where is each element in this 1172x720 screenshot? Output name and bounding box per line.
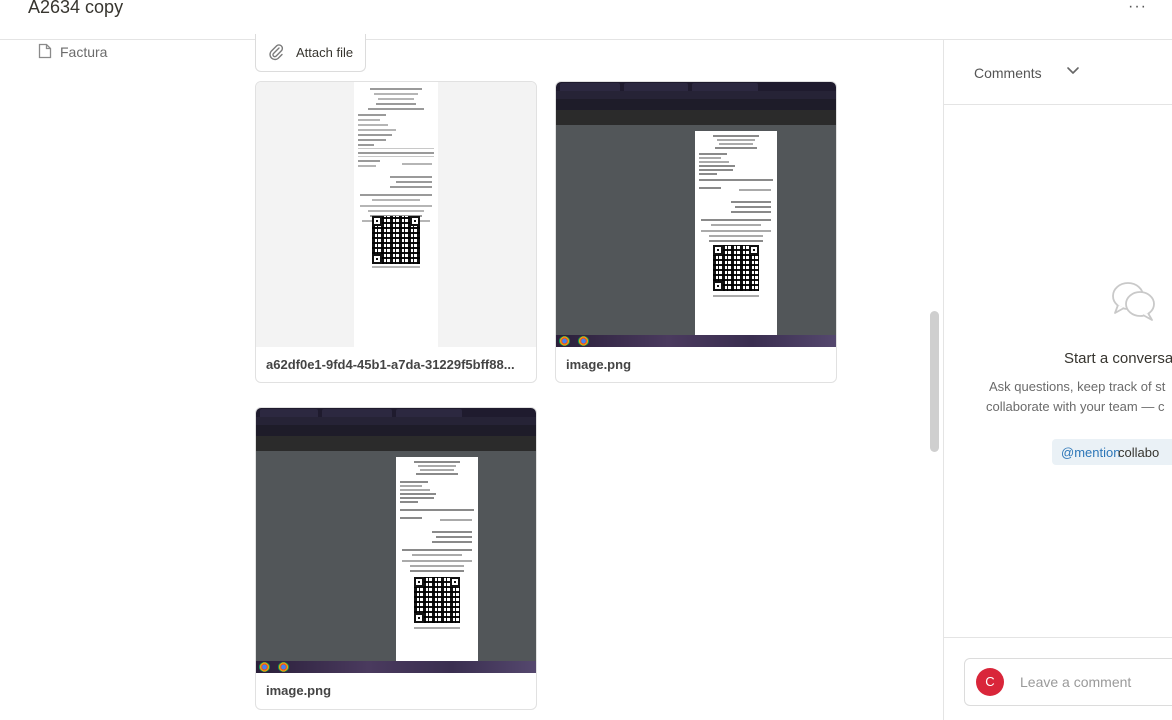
more-options-button[interactable]: ···	[1128, 0, 1147, 16]
attach-file-button[interactable]: Attach file	[255, 34, 366, 72]
document-icon	[38, 43, 52, 59]
attachment-card[interactable]: image.png	[555, 81, 837, 383]
attachment-thumbnail[interactable]	[256, 408, 536, 673]
comment-composer[interactable]: C Leave a comment	[964, 658, 1172, 706]
empty-state-description: collaborate with your team — c	[986, 399, 1165, 414]
property-label: Factura	[60, 44, 108, 60]
attachment-thumbnail[interactable]	[256, 82, 536, 347]
attachment-filename: a62df0e1-9fd4-45b1-a7da-31229f5bff88...	[266, 357, 515, 372]
avatar: C	[976, 668, 1004, 696]
comments-panel: Comments Start a conversa Ask questions,…	[943, 40, 1172, 720]
page-header: A2634 copy ···	[0, 0, 1172, 40]
chat-bubbles-icon	[1112, 282, 1155, 321]
receipt-preview	[354, 82, 438, 347]
paperclip-icon	[269, 44, 284, 61]
empty-state-description: Ask questions, keep track of st	[989, 379, 1166, 394]
mention-token: @mention	[1061, 445, 1121, 460]
attachment-thumbnail[interactable]	[556, 82, 836, 347]
page-title[interactable]: A2634 copy	[28, 0, 123, 18]
attachment-card[interactable]: a62df0e1-9fd4-45b1-a7da-31229f5bff88...	[255, 81, 537, 383]
attachment-filename: image.png	[566, 357, 632, 372]
mention-hint: @mention collabo	[1052, 439, 1172, 465]
comments-header[interactable]: Comments	[944, 40, 1172, 105]
divider	[944, 637, 1172, 638]
attachment-card[interactable]: image.png	[255, 407, 537, 710]
comment-input[interactable]: Leave a comment	[1020, 674, 1131, 690]
chevron-down-icon[interactable]	[1066, 66, 1080, 76]
attachment-filename: image.png	[266, 683, 332, 698]
attach-file-label: Attach file	[296, 45, 354, 60]
mention-hint-text: collabo	[1118, 445, 1160, 460]
empty-state-title: Start a conversa	[1064, 350, 1172, 367]
comments-title: Comments	[974, 65, 1042, 81]
scrollbar-thumb[interactable]	[930, 311, 939, 452]
